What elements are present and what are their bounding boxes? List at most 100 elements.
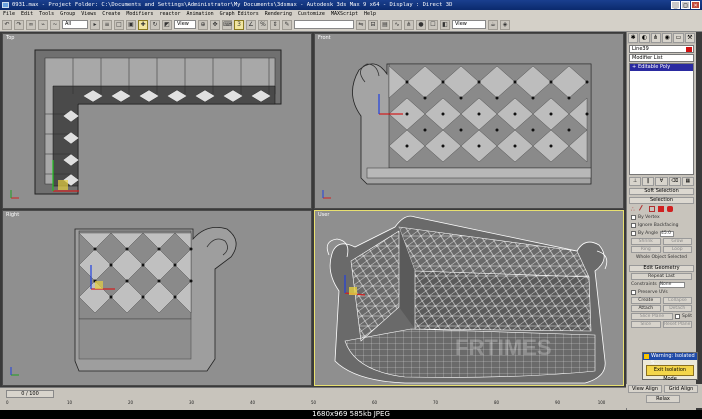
window-crossing-icon[interactable]: ▣ xyxy=(126,19,136,30)
select-move-icon[interactable]: ✚ xyxy=(138,19,148,30)
snap-toggle-icon[interactable]: 3 xyxy=(234,19,244,30)
menu-animation[interactable]: Animation xyxy=(187,10,214,18)
constraints-dropdown[interactable]: None xyxy=(658,281,685,288)
percent-snap-icon[interactable]: % xyxy=(258,19,268,30)
grid-align-button[interactable]: Grid Align xyxy=(664,385,698,393)
utilities-tab-icon[interactable]: ⚒ xyxy=(684,33,695,43)
menu-help[interactable]: Help xyxy=(364,10,376,18)
redo-icon[interactable]: ↷ xyxy=(14,19,24,30)
link-icon[interactable]: ∞ xyxy=(26,19,36,30)
render-frame-icon[interactable]: ◧ xyxy=(440,19,450,30)
render-last-icon[interactable]: ◈ xyxy=(500,19,510,30)
undo-icon[interactable]: ↶ xyxy=(2,19,12,30)
layer-manager-icon[interactable]: ▤ xyxy=(380,19,390,30)
create-button[interactable]: Create xyxy=(631,297,661,304)
object-name-field[interactable]: Line39 xyxy=(629,45,694,53)
angle-spinner[interactable]: 45.0 xyxy=(660,230,674,237)
element-icon[interactable] xyxy=(667,206,673,212)
rectangular-selection-icon[interactable]: □ xyxy=(114,19,124,30)
render-setup-icon[interactable]: ☐ xyxy=(428,19,438,30)
viewport-label-perspective[interactable]: User xyxy=(318,212,329,218)
menu-maxscript[interactable]: MAXScript xyxy=(331,10,358,18)
menu-create[interactable]: Create xyxy=(102,10,120,18)
configure-sets-icon[interactable]: ▦ xyxy=(681,177,695,186)
create-tab-icon[interactable]: ✱ xyxy=(628,33,639,43)
ignore-backfacing-checkbox[interactable] xyxy=(631,223,636,228)
viewport-label-front[interactable]: Front xyxy=(318,35,331,41)
by-angle-checkbox[interactable] xyxy=(631,231,636,236)
menu-edit[interactable]: Edit xyxy=(21,10,33,18)
material-editor-icon[interactable]: ● xyxy=(416,19,426,30)
stack-item-editable-poly[interactable]: Editable Poly xyxy=(630,64,693,71)
rollout-soft-selection[interactable]: Soft Selection xyxy=(629,188,694,195)
menu-reactor[interactable]: reactor xyxy=(159,10,180,18)
menu-graph-editors[interactable]: Graph Editors xyxy=(220,10,259,18)
ring-button[interactable]: Ring xyxy=(631,246,661,253)
view-align-button[interactable]: View Align xyxy=(628,385,662,393)
mirror-icon[interactable]: ⇋ xyxy=(356,19,366,30)
split-checkbox[interactable] xyxy=(675,314,681,319)
show-end-result-icon[interactable]: ‖ xyxy=(642,177,655,186)
by-vertex-checkbox[interactable] xyxy=(631,215,636,220)
shrink-button[interactable]: Shrink xyxy=(631,238,661,245)
select-rotate-icon[interactable]: ↻ xyxy=(150,19,160,30)
menu-modifiers[interactable]: Modifiers xyxy=(126,10,153,18)
track-bar[interactable]: 0 10 20 30 40 50 60 70 80 90 100 xyxy=(6,400,616,409)
polygon-icon[interactable] xyxy=(658,206,664,212)
display-tab-icon[interactable]: ▭ xyxy=(673,33,684,43)
modify-tab-icon[interactable]: ◐ xyxy=(639,33,650,43)
menu-customize[interactable]: Customize xyxy=(298,10,325,18)
relax-button[interactable]: Relax xyxy=(646,395,680,403)
pivot-center-icon[interactable]: ⊕ xyxy=(198,19,208,30)
menu-group[interactable]: Group xyxy=(60,10,75,18)
grow-button[interactable]: Grow xyxy=(662,238,692,245)
viewport-top[interactable]: Top xyxy=(2,33,312,209)
detach-button[interactable]: Detach xyxy=(662,305,692,312)
hierarchy-tab-icon[interactable]: ⋔ xyxy=(650,33,661,43)
quick-render-icon[interactable]: ☕ xyxy=(488,19,498,30)
align-icon[interactable]: ⊟ xyxy=(368,19,378,30)
ignore-backfacing-row[interactable]: Ignore Backfacing xyxy=(631,222,692,229)
reference-coordinate-dropdown[interactable]: View xyxy=(174,20,196,29)
curve-editor-icon[interactable]: ∿ xyxy=(392,19,402,30)
select-object-icon[interactable]: ▸ xyxy=(90,19,100,30)
collapse-button[interactable]: Collapse xyxy=(662,297,692,304)
slice-button[interactable]: Slice xyxy=(631,321,661,328)
rollout-selection[interactable]: Selection xyxy=(629,197,694,204)
border-icon[interactable] xyxy=(649,206,655,212)
preserve-uvs-row[interactable]: Preserve UVs xyxy=(631,289,692,296)
repeat-last-button[interactable]: Repeat Last xyxy=(631,273,692,280)
select-by-name-icon[interactable]: ≡ xyxy=(102,19,112,30)
slice-plane-button[interactable]: Slice Plane xyxy=(631,313,674,320)
unlink-icon[interactable]: ⌁ xyxy=(38,19,48,30)
make-unique-icon[interactable]: ∀ xyxy=(655,177,668,186)
edge-icon[interactable] xyxy=(638,204,648,214)
time-slider[interactable]: 0 / 100 xyxy=(6,390,54,398)
by-angle-row[interactable]: By Angle 45.0 xyxy=(631,230,692,237)
angle-snap-icon[interactable]: ∠ xyxy=(246,19,256,30)
edit-named-selection-icon[interactable]: ✎ xyxy=(282,19,292,30)
bind-space-warp-icon[interactable]: ~ xyxy=(50,19,60,30)
object-color-swatch[interactable] xyxy=(686,47,692,52)
reset-plane-button[interactable]: Reset Plane xyxy=(662,321,692,328)
viewport-label-right[interactable]: Right xyxy=(6,212,19,218)
select-scale-icon[interactable]: ◩ xyxy=(162,19,172,30)
modifier-list-dropdown[interactable]: Modifier List xyxy=(629,54,694,62)
maximize-button[interactable]: □ xyxy=(681,1,690,9)
selection-filter-dropdown[interactable]: All xyxy=(62,20,88,29)
minimize-button[interactable]: _ xyxy=(671,1,680,9)
keyboard-shortcut-icon[interactable]: ⌨ xyxy=(222,19,232,30)
viewport-perspective[interactable]: User FRTIMES xyxy=(314,210,624,386)
remove-modifier-icon[interactable]: ⌫ xyxy=(668,177,681,186)
menu-rendering[interactable]: Rendering xyxy=(265,10,292,18)
menu-tools[interactable]: Tools xyxy=(39,10,54,18)
close-button[interactable]: × xyxy=(691,1,700,9)
loop-button[interactable]: Loop xyxy=(662,246,692,253)
named-selection-set-input[interactable] xyxy=(294,20,354,29)
menu-file[interactable]: File xyxy=(3,10,15,18)
vertex-icon[interactable]: ∴ xyxy=(631,206,637,213)
preserve-uvs-checkbox[interactable] xyxy=(631,290,636,295)
viewport-right[interactable]: Right xyxy=(2,210,312,386)
viewport-front[interactable]: Front xyxy=(314,33,624,209)
select-manipulate-icon[interactable]: ✥ xyxy=(210,19,220,30)
